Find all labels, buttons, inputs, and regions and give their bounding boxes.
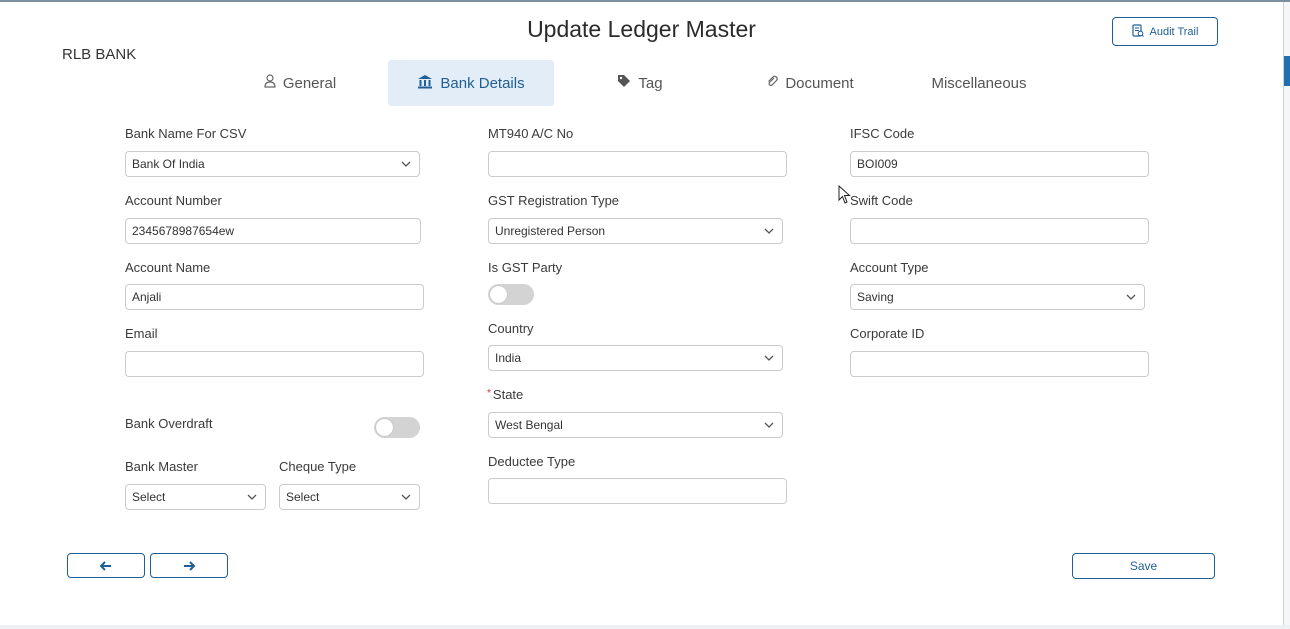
- state-label-text: State: [492, 387, 524, 402]
- bank-master-label: Bank Master: [125, 459, 198, 474]
- mt940-input[interactable]: [488, 151, 787, 177]
- tab-tag[interactable]: Tag: [598, 60, 682, 106]
- account-number-input[interactable]: 2345678987654ew: [125, 218, 421, 244]
- tab-label: Document: [785, 74, 854, 92]
- deductee-type-label: Deductee Type: [488, 454, 576, 469]
- bottom-border: [0, 625, 1290, 629]
- save-button[interactable]: Save: [1072, 553, 1215, 579]
- cheque-type-label: Cheque Type: [279, 459, 357, 474]
- user-icon: [264, 74, 276, 92]
- account-name-label: Account Name: [125, 260, 211, 275]
- bank-icon: [417, 74, 433, 93]
- gst-registration-type-value: Unregistered Person: [495, 224, 606, 238]
- required-asterisk: *: [487, 388, 491, 399]
- audit-trail-button[interactable]: Audit Trail: [1112, 17, 1218, 46]
- bank-name-csv-label: Bank Name For CSV: [125, 126, 247, 141]
- country-value: India: [495, 351, 522, 365]
- mouse-cursor-icon: [838, 185, 851, 204]
- swift-code-label: Swift Code: [850, 193, 913, 208]
- corporate-id-input[interactable]: [850, 351, 1149, 377]
- audit-trail-label: Audit Trail: [1149, 25, 1199, 38]
- tab-label: Bank Details: [440, 74, 525, 92]
- bank-name-csv-select[interactable]: Bank Of India: [125, 151, 420, 177]
- audit-document-icon: [1131, 23, 1144, 40]
- arrow-right-icon: [184, 560, 196, 571]
- arrow-left-icon: [99, 560, 111, 571]
- is-gst-party-toggle[interactable]: [488, 284, 534, 305]
- gst-registration-type-label: GST Registration Type: [488, 193, 620, 208]
- cheque-type-value: Select: [286, 490, 320, 504]
- account-number-label: Account Number: [125, 193, 222, 208]
- ifsc-code-label: IFSC Code: [850, 126, 915, 141]
- state-label: * State: [487, 387, 523, 402]
- tab-label: Miscellaneous: [931, 74, 1027, 92]
- bank-name-csv-value: Bank Of India: [132, 157, 205, 171]
- bank-overdraft-label: Bank Overdraft: [125, 416, 213, 431]
- toggle-knob: [490, 286, 507, 303]
- tab-bar: General Bank Details Tag Document Miscel…: [0, 60, 1290, 106]
- country-select[interactable]: India: [488, 345, 783, 371]
- tab-miscellaneous[interactable]: Miscellaneous: [918, 60, 1040, 106]
- state-value: West Bengal: [495, 418, 563, 432]
- country-label: Country: [488, 321, 534, 336]
- chevron-down-icon: [764, 228, 774, 234]
- tag-icon: [617, 74, 631, 92]
- toggle-knob: [376, 419, 393, 436]
- swift-code-input[interactable]: [850, 218, 1149, 244]
- chevron-down-icon: [1126, 294, 1136, 300]
- chevron-down-icon: [401, 161, 411, 167]
- tab-bank-details[interactable]: Bank Details: [388, 60, 554, 106]
- state-select[interactable]: West Bengal: [488, 412, 783, 438]
- bank-overdraft-toggle[interactable]: [374, 417, 420, 438]
- account-name-input[interactable]: Anjali: [125, 284, 424, 310]
- bank-master-value: Select: [132, 490, 166, 504]
- is-gst-party-label: Is GST Party: [488, 260, 563, 275]
- chevron-down-icon: [247, 494, 257, 500]
- window-top-border: [0, 0, 1290, 2]
- gst-registration-type-select[interactable]: Unregistered Person: [488, 218, 783, 244]
- deductee-type-input[interactable]: [488, 478, 787, 504]
- tab-label: Tag: [638, 74, 663, 92]
- tab-document[interactable]: Document: [748, 60, 872, 106]
- email-label: Email: [125, 326, 158, 341]
- chevron-down-icon: [764, 355, 774, 361]
- ifsc-code-input[interactable]: BOI009: [850, 151, 1149, 177]
- account-type-value: Saving: [857, 290, 894, 304]
- paperclip-icon: [766, 74, 779, 92]
- chevron-down-icon: [401, 494, 411, 500]
- bank-master-select[interactable]: Select: [125, 484, 266, 510]
- tab-general[interactable]: General: [240, 60, 360, 106]
- account-type-select[interactable]: Saving: [850, 284, 1145, 310]
- account-type-label: Account Type: [850, 260, 929, 275]
- previous-button[interactable]: [67, 553, 145, 578]
- email-input[interactable]: [125, 351, 424, 377]
- corporate-id-label: Corporate ID: [850, 326, 925, 341]
- page-title: Update Ledger Master: [527, 16, 756, 42]
- next-button[interactable]: [150, 553, 228, 578]
- mt940-label: MT940 A/C No: [488, 126, 574, 141]
- tab-label: General: [282, 74, 337, 92]
- cheque-type-select[interactable]: Select: [279, 484, 420, 510]
- chevron-down-icon: [764, 422, 774, 428]
